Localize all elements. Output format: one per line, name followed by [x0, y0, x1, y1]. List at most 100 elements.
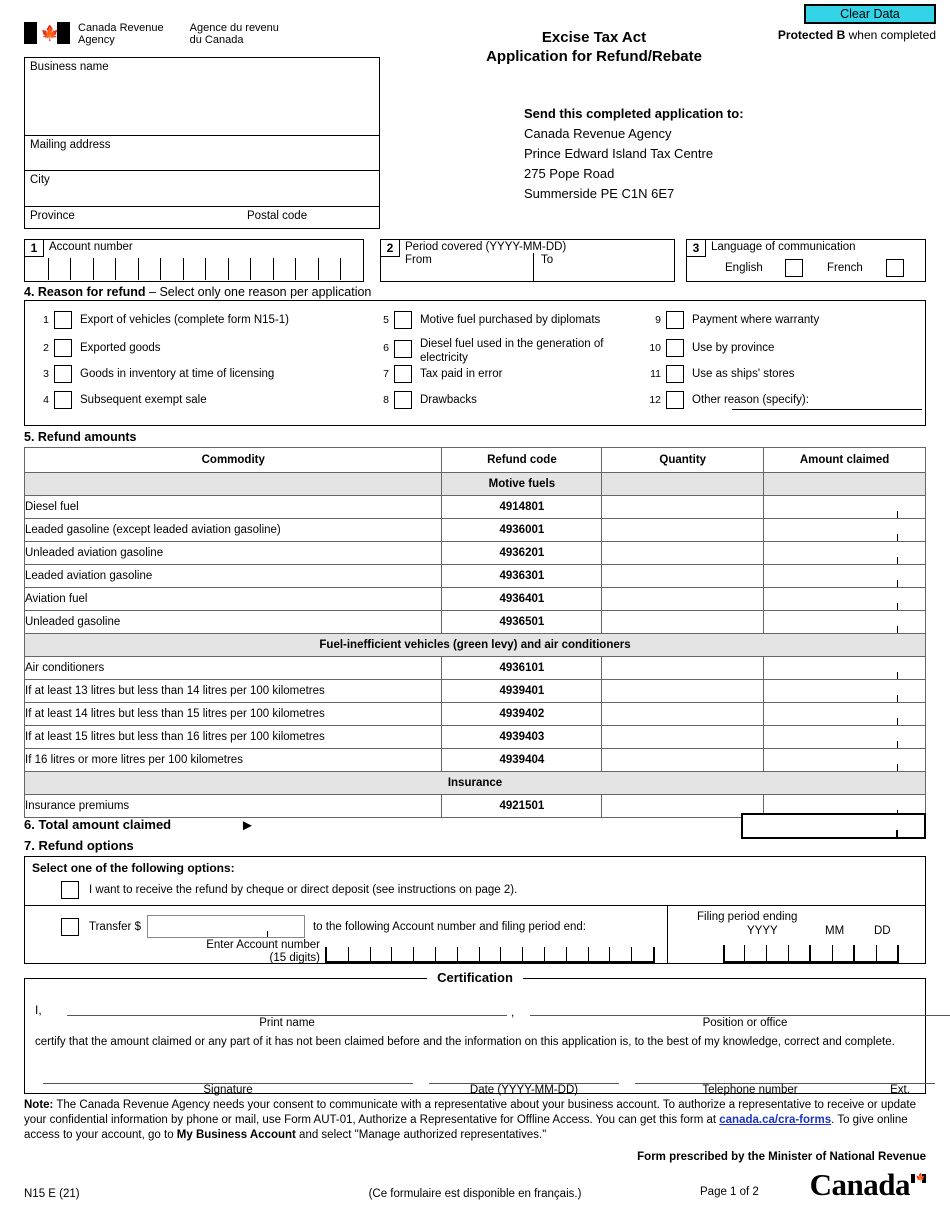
amount-input[interactable] [763, 656, 926, 680]
quantity-input[interactable] [601, 679, 765, 703]
reason-7-number: 7 [383, 368, 389, 380]
period-to-label: To [541, 254, 554, 266]
mailing-address-label: Mailing address [30, 139, 111, 151]
business-name-field[interactable]: Business name [25, 58, 379, 136]
page-number: Page 1 of 2 [700, 1186, 759, 1198]
reason-8-checkbox[interactable] [394, 391, 412, 409]
quantity-input[interactable] [601, 702, 765, 726]
amount-input[interactable] [763, 564, 926, 588]
reason-2-checkbox[interactable] [54, 339, 72, 357]
refund-code: 4939403 [441, 725, 603, 749]
amount-input[interactable] [763, 587, 926, 611]
total-amount-input[interactable] [741, 813, 926, 839]
dd-label: DD [874, 925, 891, 937]
form-title-line1: Excise Tax Act [541, 29, 647, 46]
reason-option-6[interactable]: 6 Diesel fuel used in the generation of … [373, 335, 630, 365]
reason-option-2[interactable]: 2 Exported goods [33, 339, 161, 357]
table-row: Unleaded aviation gasoline 4936201 [23, 541, 926, 565]
quantity-input[interactable] [601, 610, 765, 634]
reason-9-checkbox[interactable] [666, 311, 684, 329]
reason-option-9[interactable]: 9 Payment where warranty [645, 311, 819, 329]
group-header-row: Fuel-inefficient vehicles (green levy) a… [24, 633, 926, 657]
reason-6-label: Diesel fuel used in the generation of el… [420, 338, 604, 364]
amount-input[interactable] [763, 610, 926, 634]
commodity-name: Unleaded gasoline [23, 610, 443, 634]
transfer-amount-input[interactable] [146, 915, 305, 938]
mailing-address-field[interactable]: Mailing address [25, 136, 379, 171]
agency-en-line1: Canada Revenue [78, 22, 164, 34]
quantity-input[interactable] [601, 794, 765, 818]
amount-input[interactable] [763, 541, 926, 565]
quantity-input[interactable] [601, 564, 765, 588]
french-checkbox[interactable] [886, 259, 904, 277]
refund-code: 4921501 [441, 794, 603, 818]
english-checkbox[interactable] [785, 259, 803, 277]
reason-12-checkbox[interactable] [666, 391, 684, 409]
position-input[interactable] [534, 1001, 950, 1015]
english-label: English [725, 262, 763, 274]
amount-input[interactable] [763, 725, 926, 749]
amount-input[interactable] [763, 518, 926, 542]
reason-option-11[interactable]: 11 Use as ships' stores [645, 365, 795, 383]
quantity-input[interactable] [601, 656, 765, 680]
table-row: If 16 litres or more litres per 100 kilo… [23, 748, 926, 772]
column-header-refund-code: Refund code [441, 447, 603, 473]
quantity-input[interactable] [601, 495, 765, 519]
filing-period-date-input[interactable] [723, 945, 899, 963]
amount-input[interactable] [763, 702, 926, 726]
refund-amounts-table: Commodity Refund code Quantity Amount cl… [23, 447, 926, 818]
reason-7-checkbox[interactable] [394, 365, 412, 383]
refund-code: 4936401 [441, 587, 603, 611]
quantity-input[interactable] [601, 541, 765, 565]
reason-option-10[interactable]: 10 Use by province [645, 339, 774, 357]
print-name-caption: Print name [259, 1017, 315, 1029]
province-postal-row[interactable]: Province Postal code [25, 207, 379, 229]
transfer-label: Transfer $ [89, 920, 141, 933]
table-header-row: Commodity Refund code Quantity Amount cl… [23, 447, 926, 473]
period-to-input[interactable] [541, 267, 667, 281]
account-number-label: Account number [49, 241, 133, 253]
amount-input[interactable] [763, 679, 926, 703]
commodity-name: If 16 litres or more litres per 100 kilo… [23, 748, 443, 772]
send-to-line-0: Canada Revenue Agency [524, 126, 672, 141]
reason-4-checkbox[interactable] [54, 391, 72, 409]
send-to-address: Send this completed application to: Cana… [524, 104, 744, 204]
cheque-option-checkbox[interactable] [61, 881, 79, 899]
reason-1-checkbox[interactable] [54, 311, 72, 329]
reason-option-7[interactable]: 7 Tax paid in error [373, 365, 502, 383]
transfer-account-number-input[interactable] [325, 947, 655, 963]
period-from-label: From [405, 254, 432, 266]
french-label: French [827, 262, 863, 274]
reason-5-checkbox[interactable] [394, 311, 412, 329]
other-reason-input[interactable] [732, 409, 922, 410]
quantity-input[interactable] [601, 725, 765, 749]
reason-11-checkbox[interactable] [666, 365, 684, 383]
date-caption: Date (YYYY-MM-DD) [469, 1084, 579, 1096]
quantity-input[interactable] [601, 518, 765, 542]
reason-3-checkbox[interactable] [54, 365, 72, 383]
cra-forms-link[interactable]: canada.ca/cra-forms [719, 1114, 831, 1126]
reason-option-3[interactable]: 3 Goods in inventory at time of licensin… [33, 365, 274, 383]
quantity-input[interactable] [601, 748, 765, 772]
reason-option-8[interactable]: 8 Drawbacks [373, 391, 477, 409]
print-name-input[interactable] [71, 1001, 501, 1015]
amount-input[interactable] [763, 748, 926, 772]
reason-option-1[interactable]: 1 Export of vehicles (complete form N15-… [33, 311, 289, 329]
amount-input[interactable] [763, 495, 926, 519]
yyyy-label: YYYY [747, 925, 778, 937]
reason-option-12[interactable]: 12 Other reason (specify): [645, 391, 809, 409]
reason-option-5[interactable]: 5 Motive fuel purchased by diplomats [373, 311, 600, 329]
clear-data-button[interactable]: Clear Data [804, 4, 936, 24]
quantity-input[interactable] [601, 587, 765, 611]
period-from-input[interactable] [405, 267, 525, 281]
city-field[interactable]: City [25, 171, 379, 207]
reason-6-checkbox[interactable] [394, 340, 412, 358]
reason-3-label: Goods in inventory at time of licensing [80, 368, 275, 380]
group-header-row: Motive fuels [23, 472, 926, 496]
transfer-option-row[interactable]: Transfer $ to the following Account numb… [61, 915, 586, 938]
reason-10-checkbox[interactable] [666, 339, 684, 357]
transfer-option-checkbox[interactable] [61, 917, 79, 936]
reason-option-4[interactable]: 4 Subsequent exempt sale [33, 391, 207, 409]
account-number-input[interactable] [26, 258, 363, 280]
cheque-option-row[interactable]: I want to receive the refund by cheque o… [61, 881, 517, 899]
